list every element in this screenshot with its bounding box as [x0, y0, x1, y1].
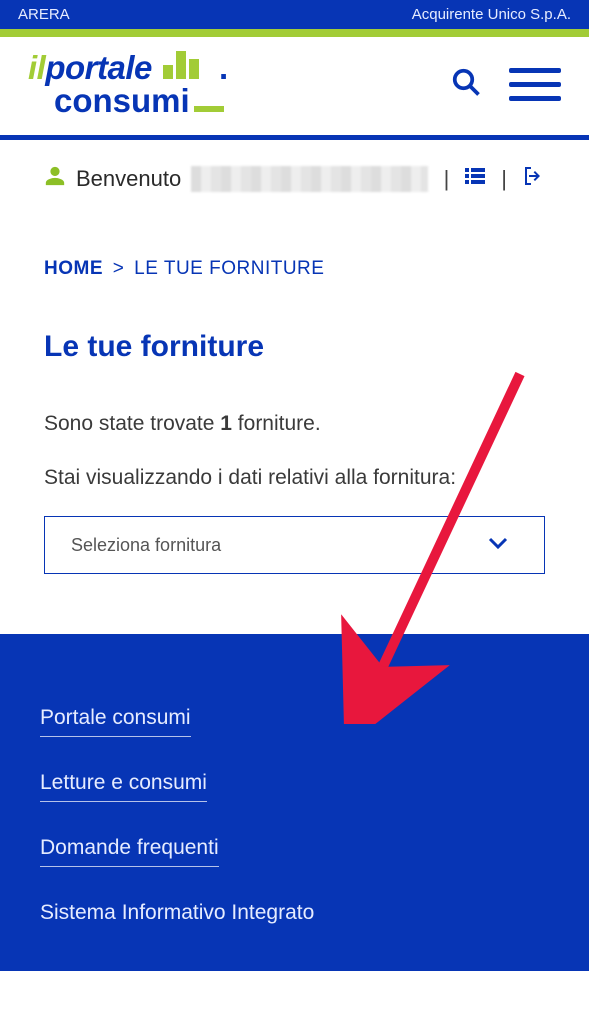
main-content: HOME > LE TUE FORNITURE Le tue forniture… [0, 204, 589, 634]
footer-link-letture[interactable]: Letture e consumi [40, 771, 207, 802]
intro-post: forniture. [232, 412, 321, 435]
search-icon[interactable] [451, 67, 481, 102]
breadcrumb-home[interactable]: HOME [44, 258, 103, 279]
select-placeholder: Seleziona fornitura [71, 535, 221, 556]
footer: Portale consumi Letture e consumi Domand… [0, 634, 589, 971]
menu-icon[interactable] [509, 68, 561, 101]
fornitura-select[interactable]: Seleziona fornitura [44, 516, 545, 574]
intro-count: 1 [220, 412, 232, 435]
welcome-label: Benvenuto [76, 166, 181, 192]
breadcrumb-sep: > [113, 258, 125, 279]
topbar-right[interactable]: Acquirente Unico S.p.A. [412, 6, 571, 23]
breadcrumb: HOME > LE TUE FORNITURE [44, 258, 545, 280]
topbar-left[interactable]: ARERA [18, 6, 70, 23]
logo[interactable]: ilportale . consumi [28, 51, 224, 117]
chevron-down-icon [488, 536, 508, 555]
list-icon[interactable] [463, 164, 487, 194]
breadcrumb-current: LE TUE FORNITURE [134, 258, 324, 279]
footer-link-portale[interactable]: Portale consumi [40, 706, 191, 737]
welcome-bar: Benvenuto | | [0, 140, 589, 204]
intro-text: Sono state trovate 1 forniture. [44, 412, 545, 436]
intro-pre: Sono state trovate [44, 412, 220, 435]
topbar: ARERA Acquirente Unico S.p.A. [0, 0, 589, 29]
user-icon [44, 164, 66, 194]
logo-text-consumi: consumi [54, 84, 190, 117]
footer-link-sii[interactable]: Sistema Informativo Integrato [40, 901, 314, 931]
logo-text-portale: portale [45, 49, 152, 86]
sub-text: Stai visualizzando i dati relativi alla … [44, 466, 545, 490]
separator: | [444, 166, 450, 192]
footer-link-faq[interactable]: Domande frequenti [40, 836, 219, 867]
logo-text-il: il [28, 49, 45, 86]
separator: | [501, 166, 507, 192]
accent-bar [0, 29, 589, 37]
page-title: Le tue forniture [44, 330, 545, 364]
logout-icon[interactable] [521, 164, 545, 194]
logo-bars-icon [163, 51, 199, 79]
username-redacted [191, 166, 427, 192]
header: ilportale . consumi [0, 37, 589, 135]
